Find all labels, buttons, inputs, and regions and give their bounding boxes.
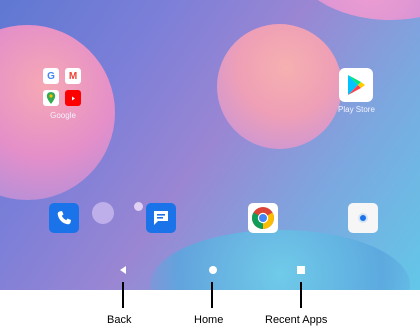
phone-app[interactable] bbox=[49, 203, 79, 233]
callout-home-label: Home bbox=[194, 314, 224, 326]
folder-label: Google bbox=[50, 111, 76, 120]
home-screen: G M Google Play Store bbox=[0, 0, 420, 290]
back-button[interactable] bbox=[118, 262, 128, 280]
home-icon bbox=[209, 266, 217, 274]
folder-icon-grid: G M bbox=[43, 68, 83, 108]
maps-icon bbox=[43, 90, 59, 106]
camera-app[interactable] bbox=[348, 203, 378, 233]
wallpaper-shape bbox=[217, 24, 342, 149]
camera-icon bbox=[358, 213, 368, 223]
home-button[interactable] bbox=[208, 262, 218, 280]
wallpaper-shape bbox=[92, 202, 114, 224]
google-icon: G bbox=[43, 68, 59, 84]
gmail-icon: M bbox=[65, 68, 81, 84]
callout-line-recents bbox=[300, 282, 302, 308]
messages-app[interactable] bbox=[146, 203, 176, 233]
wallpaper-shape bbox=[134, 202, 143, 211]
messages-icon bbox=[154, 211, 168, 225]
chrome-app[interactable] bbox=[248, 203, 278, 233]
callout-back-label: Back bbox=[107, 314, 132, 326]
chrome-icon bbox=[252, 207, 274, 229]
callout-line-home bbox=[211, 282, 213, 308]
callout-recent-apps-label: Recent Apps bbox=[265, 314, 328, 326]
recent-apps-button[interactable] bbox=[296, 262, 306, 280]
wallpaper-shape bbox=[150, 230, 410, 290]
callout-line-back bbox=[122, 282, 124, 308]
play-store-app[interactable]: Play Store bbox=[338, 68, 375, 114]
back-icon bbox=[120, 266, 126, 274]
youtube-icon bbox=[65, 90, 81, 106]
app-label: Play Store bbox=[338, 105, 375, 114]
play-store-icon bbox=[339, 68, 374, 102]
recent-apps-icon bbox=[297, 266, 305, 274]
phone-icon bbox=[57, 211, 71, 225]
wallpaper-shape bbox=[290, 0, 420, 20]
google-folder[interactable]: G M Google bbox=[43, 68, 83, 120]
